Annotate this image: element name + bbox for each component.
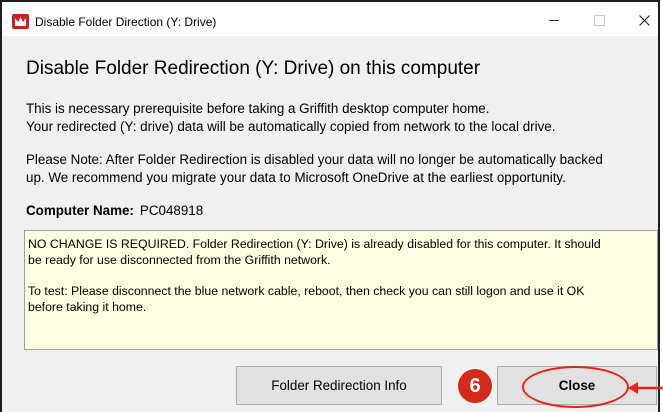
maximize-button[interactable] — [577, 4, 622, 36]
intro-line: Your redirected (Y: drive) data will be … — [26, 119, 556, 134]
app-logo-icon — [12, 14, 29, 29]
intro-line: This is necessary prerequisite before ta… — [26, 101, 490, 116]
close-window-button[interactable] — [622, 4, 663, 36]
minimize-button[interactable] — [531, 4, 576, 36]
note-line: up. We recommend you migrate your data t… — [26, 170, 566, 185]
folder-redirection-info-button[interactable]: Folder Redirection Info — [236, 366, 442, 405]
notice-paragraph: To test: Please disconnect the blue netw… — [28, 283, 654, 315]
title-bar[interactable]: Disable Folder Direction (Y: Drive) — [2, 0, 658, 36]
note-line: Please Note: After Folder Redirection is… — [26, 152, 603, 167]
notice-line: To test: Please disconnect the blue netw… — [28, 284, 585, 298]
notice-line: be ready for use disconnected from the G… — [28, 253, 331, 267]
minimize-icon — [548, 19, 559, 21]
window-title: Disable Folder Direction (Y: Drive) — [35, 15, 217, 29]
notice-paragraph: NO CHANGE IS REQUIRED. Folder Redirectio… — [28, 236, 654, 268]
computer-name-value: PC048918 — [139, 203, 204, 218]
notice-line: before taking it home. — [28, 300, 147, 314]
computer-name-row: Computer Name: PC048918 — [26, 203, 203, 218]
pointer-arrow-icon — [628, 382, 663, 394]
close-icon — [639, 14, 650, 26]
maximize-icon — [594, 14, 605, 26]
dialog-heading: Disable Folder Redirection (Y: Drive) on… — [26, 58, 481, 79]
dialog-window: Disable Folder Direction (Y: Drive) Disa… — [0, 0, 660, 412]
step-number-badge: 6 — [458, 369, 492, 403]
intro-text: This is necessary prerequisite before ta… — [26, 100, 555, 136]
computer-name-label: Computer Name: — [26, 203, 134, 218]
highlight-ellipse — [522, 366, 629, 408]
status-notice-box: NO CHANGE IS REQUIRED. Folder Redirectio… — [24, 230, 658, 350]
notice-line: NO CHANGE IS REQUIRED. Folder Redirectio… — [28, 237, 601, 251]
note-text: Please Note: After Folder Redirection is… — [26, 151, 603, 187]
